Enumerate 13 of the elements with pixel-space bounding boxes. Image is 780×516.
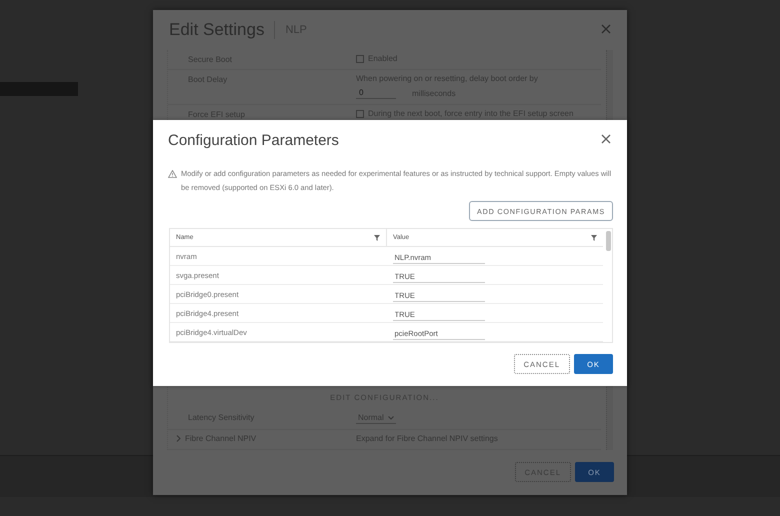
- chevron-right-icon[interactable]: [176, 435, 181, 442]
- close-button[interactable]: [601, 24, 613, 36]
- scrollbar-thumb[interactable]: [606, 231, 611, 251]
- warning-icon: [168, 170, 177, 178]
- checkbox[interactable]: [356, 110, 364, 118]
- chevron-down-icon: [388, 416, 394, 420]
- dialog-title: Configuration Parameters: [168, 132, 339, 148]
- filter-icon[interactable]: [591, 234, 597, 240]
- filter-icon[interactable]: [374, 234, 380, 240]
- checkbox[interactable]: [356, 54, 364, 62]
- close-icon: [601, 24, 611, 34]
- close-icon: [601, 134, 611, 144]
- close-button[interactable]: [601, 134, 613, 146]
